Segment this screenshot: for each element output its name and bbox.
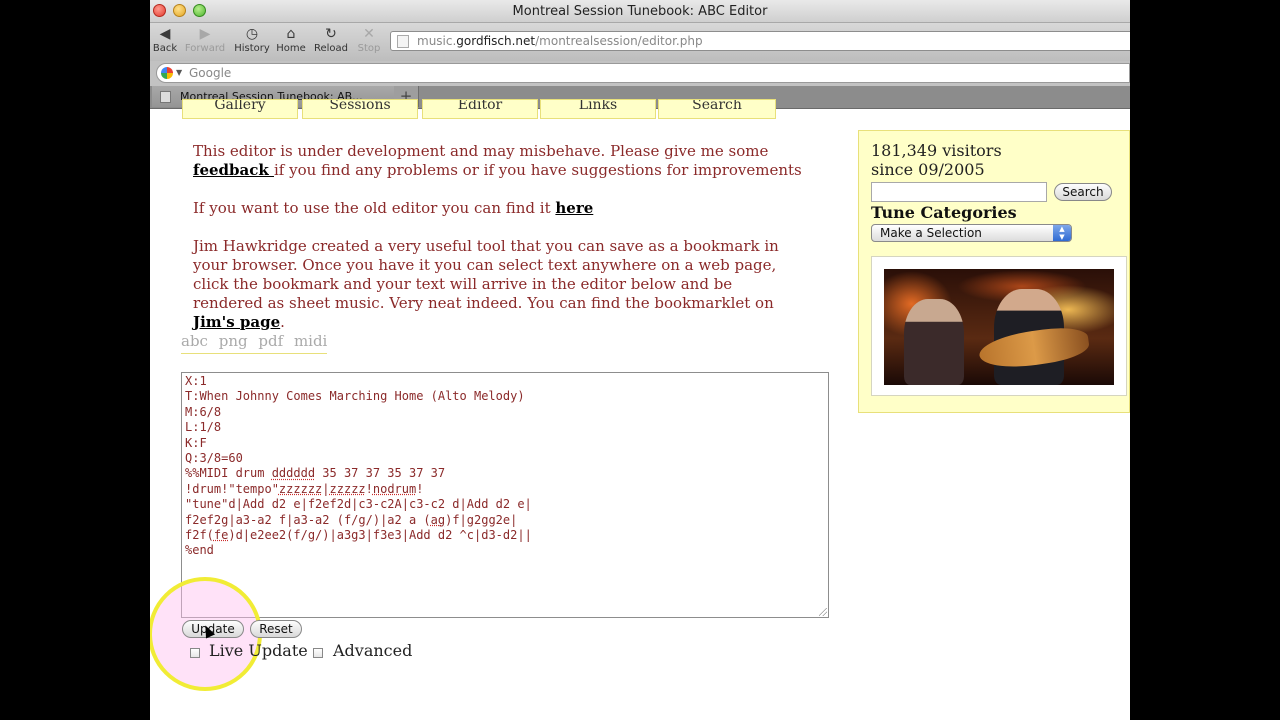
abc-line: f2ef2g|a3-a2 f|a3-a2 (f/g/)|a2 a (ag)f|g…	[185, 512, 518, 527]
nav-tab-sessions[interactable]: Sessions	[302, 99, 418, 119]
stop-button[interactable]: ✕ Stop	[354, 25, 384, 54]
search-engine-dropdown-icon[interactable]: ▼	[176, 64, 182, 82]
old-editor-text: If you want to use the old editor you ca…	[193, 199, 556, 217]
browser-window: Montreal Session Tunebook: ABC Editor ◀ …	[150, 0, 1130, 720]
visitor-since: since 09/2005	[871, 160, 985, 179]
abc-line: %end	[185, 543, 214, 558]
back-button[interactable]: ◀ Back	[152, 25, 178, 54]
abc-line: X:1	[185, 374, 207, 388]
reload-icon: ↻	[325, 26, 337, 42]
select-arrows-icon: ▲ ▼	[1053, 225, 1071, 241]
reload-button[interactable]: ↻ Reload	[312, 25, 350, 54]
feedback-link[interactable]: feedback	[193, 161, 274, 179]
site-search-input[interactable]	[871, 182, 1047, 202]
abc-line: Q:3/8=60	[185, 451, 243, 466]
format-pdf-link[interactable]: pdf	[258, 332, 283, 350]
back-arrow-icon: ◀	[159, 26, 171, 42]
history-button[interactable]: ◷ History	[232, 25, 272, 54]
development-notice: This editor is under development and may…	[193, 142, 803, 180]
window-title: Montreal Session Tunebook: ABC Editor	[512, 4, 768, 19]
musicians-photo	[884, 269, 1114, 385]
bookmarklet-text: Jim Hawkridge created a very useful tool…	[193, 237, 779, 312]
live-update-checkbox[interactable]	[190, 648, 200, 658]
format-links: abc png pdf midi	[181, 332, 328, 354]
reset-button[interactable]: Reset	[250, 620, 302, 638]
page-content: Gallery Sessions Editor Links Search Thi…	[150, 99, 1130, 720]
history-label: History	[234, 43, 270, 54]
tab-favicon-icon	[160, 91, 171, 103]
nav-tab-editor[interactable]: Editor	[422, 99, 538, 119]
clock-icon: ◷	[245, 26, 259, 42]
old-editor-notice: If you want to use the old editor you ca…	[193, 199, 803, 218]
abc-line: !drum!"tempo"zzzzzz|zzzzz!nodrum!	[185, 481, 424, 496]
abc-line: %%MIDI drum dddddd 35 37 37 35 37 37	[185, 466, 446, 481]
url-path: /montrealsession/editor.php	[535, 34, 703, 48]
abc-line: L:1/8	[185, 420, 222, 435]
format-midi-link[interactable]: midi	[294, 332, 327, 350]
advanced-checkbox[interactable]	[313, 648, 323, 658]
nav-tab-gallery[interactable]: Gallery	[182, 99, 298, 119]
page-icon	[397, 35, 409, 48]
url-domain: gordfisch.net	[456, 34, 536, 48]
bookmarklet-end: .	[280, 313, 285, 331]
advanced-label: Advanced	[333, 641, 413, 660]
url-prefix: music.	[417, 34, 457, 48]
abc-line: "tune"d|Add d2 e|f2ef2d|c3-c2A|c3-c2 d|A…	[185, 497, 532, 512]
google-logo-icon	[161, 67, 173, 79]
live-update-label: Live Update	[209, 641, 308, 660]
format-abc-link[interactable]: abc	[181, 332, 208, 350]
visitor-count: 181,349 visitors	[871, 141, 1002, 160]
stop-x-icon: ✕	[363, 26, 375, 42]
forward-arrow-icon: ▶	[199, 26, 211, 42]
back-label: Back	[152, 43, 178, 54]
abc-line: M:6/8	[185, 404, 222, 419]
forward-button[interactable]: ▶ Forward	[182, 25, 228, 54]
select-value: Make a Selection	[880, 226, 982, 240]
notice-text: This editor is under development and may…	[193, 142, 769, 160]
navigation-toolbar: ◀ Back ▶ Forward ◷ History ⌂ Home ↻ Relo…	[150, 23, 1130, 61]
resize-grip-icon[interactable]	[819, 608, 827, 616]
visitor-counter: 181,349 visitors since 09/2005	[871, 141, 1002, 179]
abc-editor-textarea[interactable]: X:1 T:When Johnny Comes Marching Home (Al…	[181, 372, 829, 618]
home-icon: ⌂	[286, 26, 296, 42]
home-label: Home	[276, 43, 306, 54]
abc-line: T:When Johnny Comes Marching Home (Alto …	[185, 389, 525, 404]
google-search-input[interactable]: ▼ Google	[156, 63, 1130, 83]
notice-tail: if you find any problems or if you have …	[273, 161, 802, 179]
photo-frame	[871, 256, 1127, 396]
format-png-link[interactable]: png	[219, 332, 248, 350]
abc-line: f2f(fe)d|e2ee2(f/g/)|a3g3|f3e3|Add d2 ^c…	[185, 528, 532, 543]
tune-categories-heading: Tune Categories	[871, 203, 1017, 222]
stop-label: Stop	[357, 43, 381, 54]
nav-tab-search[interactable]: Search	[658, 99, 776, 119]
nav-tab-links[interactable]: Links	[540, 99, 656, 119]
title-bar: Montreal Session Tunebook: ABC Editor	[150, 0, 1130, 23]
address-bar[interactable]: music.gordfisch.net/montrealsession/edit…	[390, 31, 1130, 51]
search-toolbar: ▼ Google	[150, 61, 1130, 87]
bookmarklet-notice: Jim Hawkridge created a very useful tool…	[193, 237, 803, 332]
sidebar-panel: 181,349 visitors since 09/2005 Search Tu…	[858, 130, 1130, 413]
home-button[interactable]: ⌂ Home	[274, 25, 308, 54]
old-editor-link[interactable]: here	[555, 199, 593, 217]
search-placeholder: Google	[189, 66, 232, 80]
reload-label: Reload	[313, 43, 349, 54]
jims-page-link[interactable]: Jim's page	[193, 313, 280, 331]
photo-person-left	[904, 299, 964, 385]
forward-label: Forward	[184, 43, 226, 54]
abc-line: K:F	[185, 435, 207, 450]
site-search-button[interactable]: Search	[1054, 183, 1112, 201]
tune-category-select[interactable]: Make a Selection ▲ ▼	[871, 224, 1072, 242]
